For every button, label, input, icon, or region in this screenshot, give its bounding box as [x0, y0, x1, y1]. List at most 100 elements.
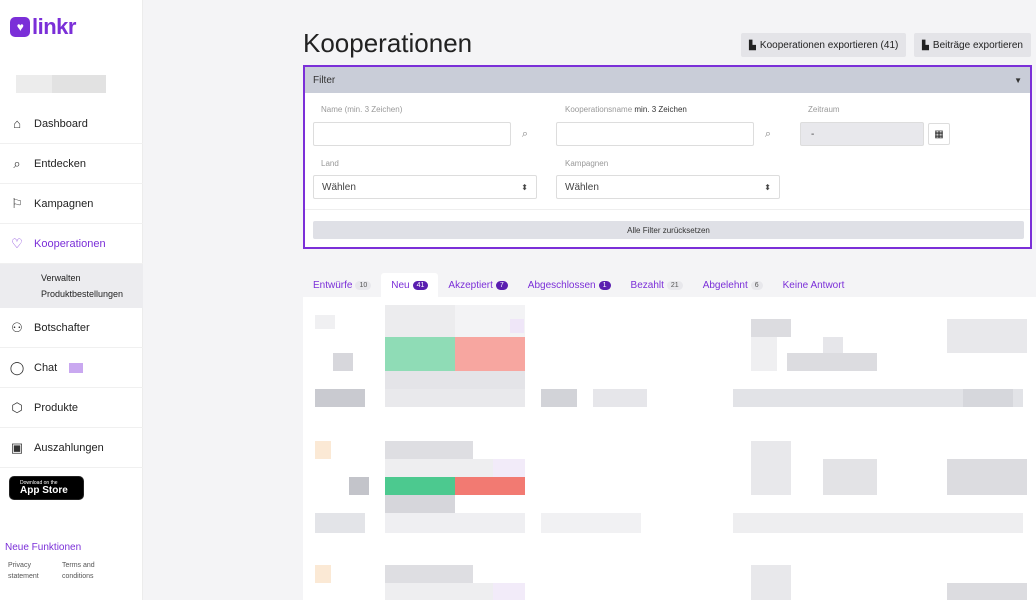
terms-link[interactable]: Terms and conditions	[62, 560, 102, 582]
document-icon: ▙	[922, 39, 929, 50]
sidebar-item-entdecken[interactable]: ⌕ Entdecken	[0, 144, 143, 184]
export-beitraege-button[interactable]: ▙ Beiträge exportieren	[914, 33, 1031, 57]
blurred-block	[315, 441, 331, 459]
sidebar-item-label: Chat	[34, 361, 58, 374]
name-filter-input[interactable]	[313, 122, 511, 146]
kooperationen-list	[303, 297, 1036, 600]
search-icon[interactable]: ⌕	[756, 122, 780, 146]
sidebar-item-kooperationen[interactable]: ♡ Kooperationen	[0, 224, 143, 264]
logo-text: linkr	[32, 14, 76, 39]
blurred-block	[733, 513, 1023, 533]
status-green-block	[385, 337, 455, 371]
blurred-block	[333, 353, 353, 371]
reset-filters-button[interactable]: Alle Filter zurücksetzen	[313, 221, 1024, 239]
tab-count-badge: 41	[412, 280, 429, 290]
neue-funktionen-link[interactable]: Neue Funktionen	[5, 542, 81, 553]
sidebar-item-label: Produkte	[34, 401, 79, 414]
page-title: Kooperationen	[303, 28, 473, 58]
tab-akzeptiert[interactable]: Akzeptiert 7	[438, 273, 517, 297]
sidebar-item-kampagnen[interactable]: ⚐ Kampagnen	[0, 184, 143, 224]
sidebar-item-botschafter[interactable]: ⚇ Botschafter	[0, 308, 143, 348]
tab-label: Entwürfe	[313, 279, 353, 291]
kampagnen-select[interactable]: Wählen ⬍	[556, 175, 780, 199]
tab-bezahlt[interactable]: Bezahlt 21	[621, 273, 693, 297]
sidebar-nav: ⌂ Dashboard ⌕ Entdecken ⚐ Kampagnen ♡ Ko…	[0, 104, 143, 468]
land-select[interactable]: Wählen ⬍	[313, 175, 537, 199]
kampagnen-select-value: Wählen	[565, 181, 599, 193]
sidebar-item-label: Entdecken	[34, 157, 86, 170]
chat-unread-badge	[69, 362, 84, 373]
blurred-block	[541, 513, 641, 533]
blurred-block	[385, 495, 455, 513]
wallet-icon: ▣	[10, 439, 24, 455]
search-icon: ⌕	[13, 155, 21, 171]
blurred-block	[315, 389, 365, 407]
koop-name-filter-label: Kooperationsname min. 3 Zeichen	[565, 105, 687, 114]
blurred-block	[349, 477, 369, 495]
zeitraum-input[interactable]: -	[800, 122, 924, 146]
land-label: Land	[321, 159, 339, 168]
search-icon[interactable]: ⌕	[513, 122, 537, 146]
name-filter-label: Name (min. 3 Zeichen)	[321, 105, 403, 114]
land-select-value: Wählen	[322, 181, 356, 193]
sidebar-item-label: Auszahlungen	[34, 441, 104, 454]
kooperationen-subnav: Verwalten Produktbestellungen	[0, 264, 143, 308]
tab-entwuerfe[interactable]: Entwürfe 10	[303, 273, 381, 297]
sidebar-item-label: Kooperationen	[34, 237, 106, 250]
status-green-block	[385, 477, 455, 495]
sidebar-item-auszahlungen[interactable]: ▣ Auszahlungen	[0, 428, 143, 468]
sidebar-item-produkte[interactable]: ⬡ Produkte	[0, 388, 143, 428]
blurred-block	[823, 337, 843, 353]
document-icon: ▙	[749, 39, 756, 50]
blurred-block	[947, 319, 1027, 353]
tab-label: Bezahlt	[630, 279, 664, 291]
blurred-block	[493, 583, 525, 600]
subnav-item-produktbestellungen[interactable]: Produktbestellungen	[41, 286, 143, 302]
tab-abgeschlossen[interactable]: Abgeschlossen 1	[518, 273, 621, 297]
sidebar-item-label: Kampagnen	[34, 197, 94, 210]
account-name-blurred	[16, 75, 106, 93]
tab-count-badge: 7	[495, 280, 508, 290]
koop-name-label-a: Kooperationsname	[565, 105, 633, 114]
subnav-item-verwalten[interactable]: Verwalten	[41, 270, 143, 286]
blurred-block	[963, 389, 1013, 407]
status-red-block	[455, 337, 525, 371]
blurred-block	[947, 583, 1027, 600]
users-icon: ⚇	[11, 319, 23, 335]
linkr-logo[interactable]: ♥ linkr	[10, 14, 76, 40]
sidebar-item-chat[interactable]: ◯ Chat	[0, 348, 143, 388]
blurred-block	[385, 305, 455, 337]
koop-name-filter-input[interactable]	[556, 122, 754, 146]
filter-header[interactable]: Filter ▼	[305, 67, 1030, 93]
sidebar-item-dashboard[interactable]: ⌂ Dashboard	[0, 104, 143, 144]
zeitraum-label: Zeitraum	[808, 105, 840, 114]
select-arrows-icon: ⬍	[521, 182, 528, 192]
sidebar-item-label: Dashboard	[34, 117, 88, 130]
blurred-block	[385, 513, 525, 533]
privacy-link[interactable]: Privacy statement	[8, 560, 48, 582]
tab-label: Keine Antwort	[782, 279, 845, 291]
select-arrows-icon: ⬍	[764, 182, 771, 192]
export-kooperationen-label: Kooperationen exportieren (41)	[759, 39, 899, 51]
home-icon: ⌂	[13, 116, 21, 131]
blurred-block	[385, 389, 525, 407]
blurred-block	[510, 319, 524, 333]
export-kooperationen-button[interactable]: ▙ Kooperationen exportieren (41)	[741, 33, 907, 57]
tab-abgelehnt[interactable]: Abgelehnt 6	[693, 273, 773, 297]
blurred-block	[751, 319, 791, 337]
tab-count-badge: 6	[750, 280, 763, 290]
filter-title: Filter	[313, 74, 336, 86]
caret-down-icon: ▼	[1014, 75, 1022, 85]
tab-keine-antwort[interactable]: Keine Antwort	[773, 273, 855, 297]
tab-label: Abgelehnt	[702, 279, 748, 291]
blurred-block	[385, 565, 473, 583]
blurred-block	[315, 315, 335, 329]
blurred-block	[787, 353, 877, 371]
blurred-block	[385, 371, 525, 389]
calendar-icon[interactable]: ▦	[928, 123, 950, 145]
tab-neu[interactable]: Neu 41	[381, 273, 439, 297]
kampagnen-label: Kampagnen	[565, 159, 609, 168]
app-store-badge[interactable]: Download on the App Store	[9, 476, 84, 500]
blurred-block	[823, 459, 877, 495]
filter-panel: Filter ▼ Name (min. 3 Zeichen) ⌕ Koopera…	[303, 65, 1032, 249]
